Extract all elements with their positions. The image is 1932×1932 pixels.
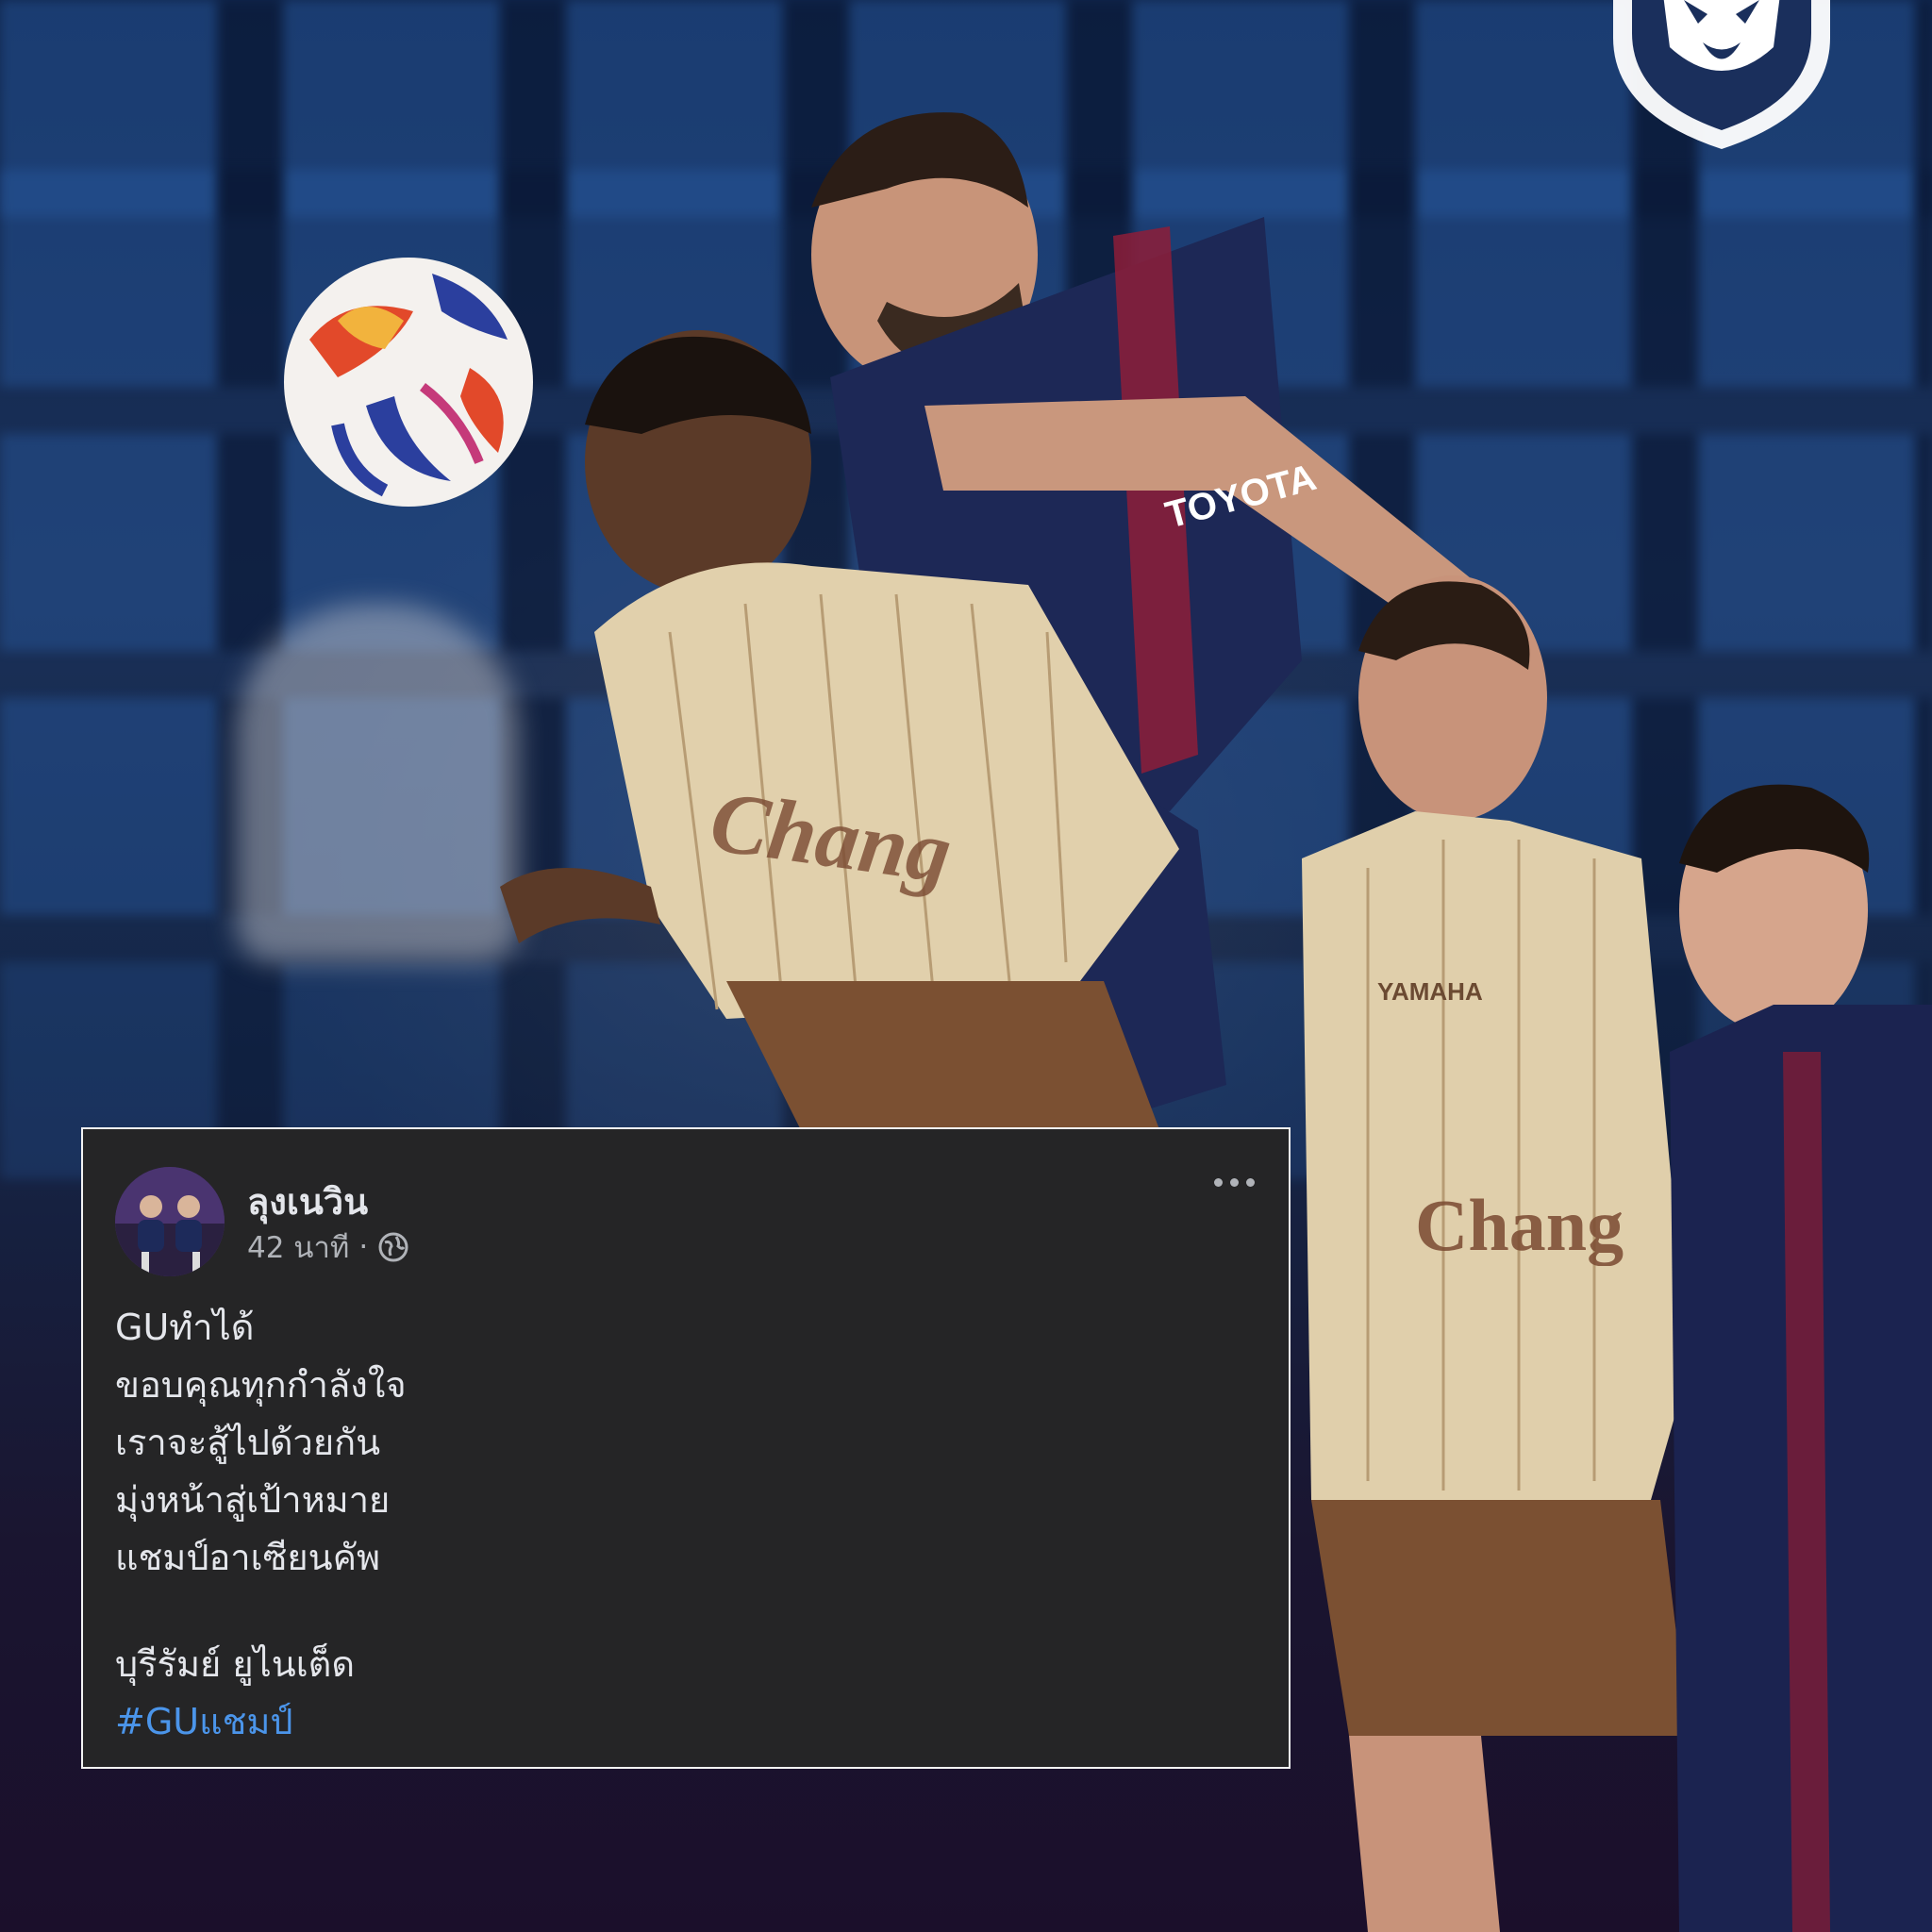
post-line: GUทำได้ (115, 1307, 255, 1348)
more-options-icon[interactable] (1214, 1178, 1255, 1187)
hashtag-link[interactable]: #GUแชมป์ (115, 1693, 1257, 1751)
post-timestamp[interactable]: 42 นาที (247, 1224, 349, 1271)
post-line: เราจะสู้ไปด้วยกัน (115, 1422, 381, 1463)
globe-icon (378, 1232, 408, 1262)
post-line: มุ่งหน้าสู่เป้าหมาย (115, 1479, 391, 1521)
post-line: ขอบคุณทุกกำลังใจ (115, 1364, 407, 1406)
post-text: GUทำได้ ขอบคุณทุกกำลังใจ เราจะสู้ไปด้วยก… (115, 1299, 1257, 1751)
svg-text:Chang: Chang (1415, 1184, 1624, 1266)
player-beige-kit-right: Chang YAMAHA (1302, 575, 1689, 1932)
post-line: แชมป์อาเซียนคัพ (115, 1537, 381, 1578)
player-dark-blue-kit-right (1670, 784, 1932, 1932)
blurred-spectator (236, 604, 519, 962)
author-avatar[interactable] (115, 1167, 225, 1276)
football-ball (284, 258, 533, 507)
meta-separator: · (358, 1230, 369, 1264)
svg-text:YAMAHA: YAMAHA (1377, 977, 1483, 1006)
social-post-card: ลุงเนวิน 42 นาที · GUทำได้ ขอบคุณทุกกำลั… (81, 1127, 1291, 1769)
post-meta: 42 นาที · (247, 1224, 409, 1271)
post-author-name[interactable]: ลุงเนวิน (247, 1173, 368, 1230)
player-beige-kit-left: Chang (500, 330, 1179, 1132)
post-signature: บุรีรัมย์ ยูไนเต็ด (115, 1643, 356, 1685)
